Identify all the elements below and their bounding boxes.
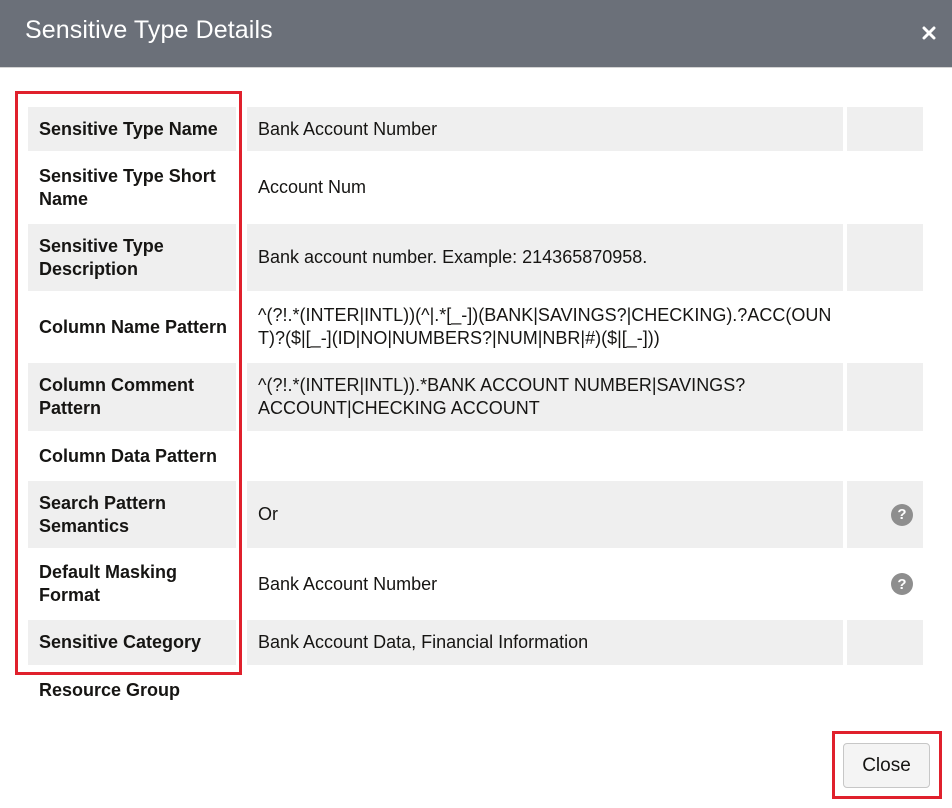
close-icon-glyph <box>922 26 936 40</box>
row-label: Search Pattern Semantics <box>28 481 236 548</box>
row-value <box>247 667 843 714</box>
row-label: Column Name Pattern <box>39 316 228 337</box>
row-value: ^(?!.*(INTER|INTL))(^|.*[_-])(BANK|SAVIN… <box>258 305 832 348</box>
help-cell <box>847 291 923 363</box>
help-cell <box>847 620 923 665</box>
row-label: Default Masking Format <box>39 562 178 605</box>
row-value: ^(?!.*(INTER|INTL)).*BANK ACCOUNT NUMBER… <box>247 363 843 431</box>
row-value: Or <box>247 481 843 548</box>
row-value: Account Num <box>258 177 367 197</box>
help-cell <box>847 431 923 481</box>
help-cell <box>847 363 923 431</box>
row-label: Sensitive Type Name <box>28 107 236 151</box>
dialog-title: Sensitive Type Details <box>25 16 273 44</box>
row-value: Bank Account Data, Financial Information <box>247 620 843 665</box>
row-label: Resource Group <box>39 680 181 700</box>
close-icon[interactable] <box>916 18 942 48</box>
help-cell <box>847 107 923 151</box>
row-value: Bank Account Number <box>247 107 843 151</box>
question-circle-icon[interactable]: ? <box>891 503 913 526</box>
row-label: Sensitive Type Short Name <box>39 165 216 209</box>
question-circle-icon[interactable]: ? <box>891 573 913 595</box>
row-value: Bank Account Number <box>258 573 438 594</box>
help-cell <box>847 151 923 224</box>
dialog-header: Sensitive Type Details <box>0 0 952 68</box>
help-cell <box>847 224 923 291</box>
close-button[interactable]: Close <box>843 743 930 788</box>
row-value <box>247 431 843 481</box>
row-value: Bank account number. Example: 2143658709… <box>247 224 843 291</box>
row-label: Column Data Pattern <box>39 445 218 466</box>
help-cell: ? <box>847 548 923 620</box>
row-label: Column Comment Pattern <box>28 363 236 431</box>
row-label: Sensitive Category <box>28 620 236 665</box>
help-cell: ? <box>847 481 923 548</box>
row-label: Sensitive Type Description <box>28 224 236 291</box>
